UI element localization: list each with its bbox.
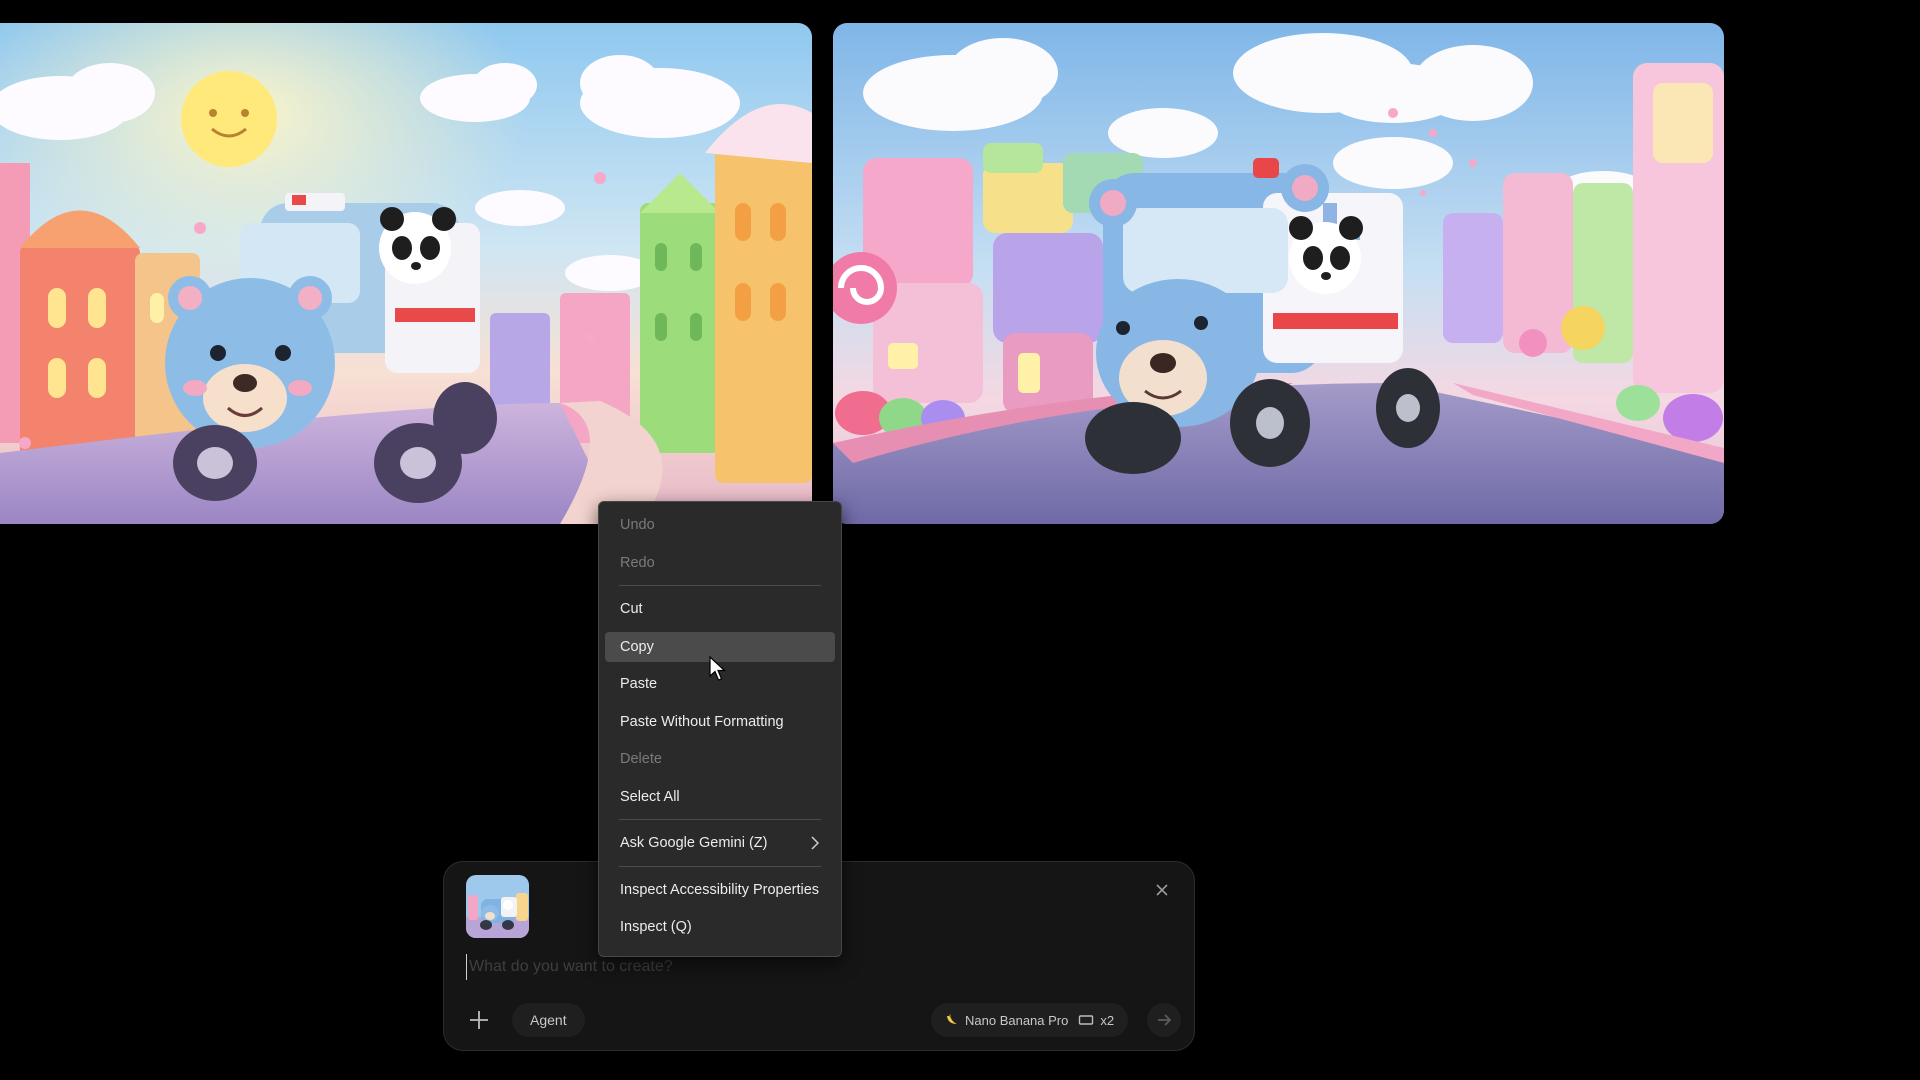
image-count-label: x2 — [1100, 1012, 1115, 1028]
menu-separator — [619, 819, 821, 820]
generated-image-1[interactable] — [0, 23, 812, 524]
menu-item-ask-google-gemini[interactable]: Ask Google Gemini (Z) — [605, 828, 835, 858]
add-attachment-button[interactable] — [462, 1003, 496, 1037]
model-selector-button[interactable]: Nano Banana Pro x2 — [931, 1003, 1129, 1037]
send-button[interactable] — [1147, 1003, 1181, 1037]
menu-item-undo[interactable]: Undo — [605, 510, 835, 540]
menu-item-inspect[interactable]: Inspect (Q) — [605, 912, 835, 942]
plus-icon — [470, 1011, 488, 1029]
menu-item-paste-without-formatting[interactable]: Paste Without Formatting — [605, 707, 835, 737]
chevron-right-icon — [811, 836, 819, 850]
attached-image-thumbnail[interactable] — [466, 875, 529, 938]
menu-separator — [619, 585, 821, 586]
close-icon[interactable] — [1148, 876, 1176, 904]
mouse-pointer-icon — [709, 656, 727, 681]
menu-item-cut[interactable]: Cut — [605, 594, 835, 624]
menu-item-delete[interactable]: Delete — [605, 744, 835, 774]
menu-item-select-all[interactable]: Select All — [605, 782, 835, 812]
arrow-right-icon — [1158, 1014, 1172, 1026]
menu-item-ask-google-gemini-label: Ask Google Gemini (Z) — [620, 835, 768, 851]
prompt-input[interactable] — [466, 954, 1121, 980]
context-menu: Undo Redo Cut Copy Paste Paste Without F… — [598, 501, 842, 957]
banana-icon — [947, 1014, 957, 1024]
agent-label: Agent — [530, 1012, 567, 1028]
generated-image-2[interactable] — [833, 23, 1724, 524]
menu-item-redo[interactable]: Redo — [605, 548, 835, 578]
agent-button[interactable]: Agent — [512, 1003, 585, 1037]
menu-separator — [619, 865, 821, 867]
model-label: Nano Banana Pro — [965, 1012, 1069, 1028]
aspect-ratio-icon — [1079, 1015, 1094, 1025]
menu-item-inspect-accessibility[interactable]: Inspect Accessibility Properties — [605, 875, 835, 905]
